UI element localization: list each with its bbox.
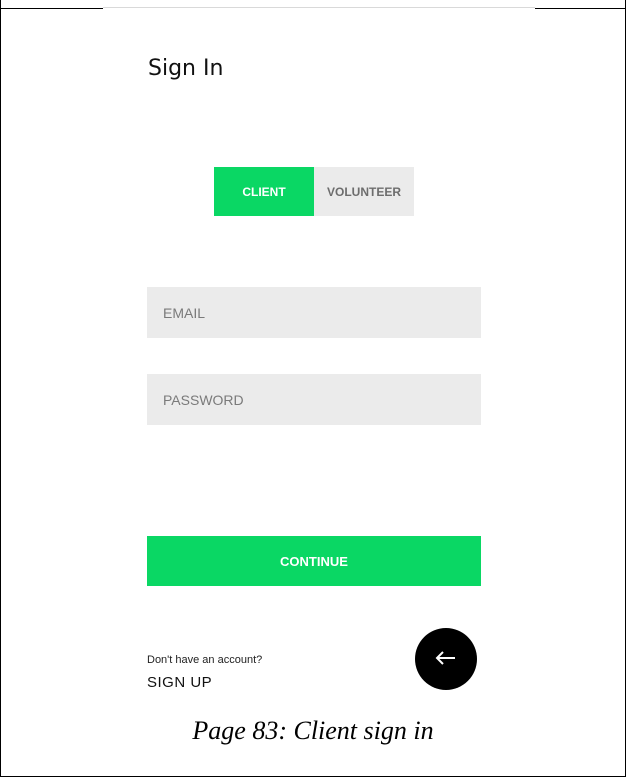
role-toggle: CLIENT VOLUNTEER: [214, 167, 414, 216]
page-title: Sign In: [148, 56, 224, 81]
account-prompt: Don't have an account?: [147, 654, 263, 666]
arrow-left-icon: [433, 645, 459, 674]
back-button[interactable]: [415, 628, 477, 690]
password-field[interactable]: [147, 374, 481, 425]
sign-up-link[interactable]: SIGN UP: [147, 674, 212, 691]
tab-client[interactable]: CLIENT: [214, 167, 314, 216]
table-rule-right: [535, 8, 626, 9]
table-rule-left: [0, 8, 103, 9]
continue-button[interactable]: CONTINUE: [147, 536, 481, 586]
figure-caption: Page 83: Client sign in: [192, 716, 434, 745]
tab-volunteer[interactable]: VOLUNTEER: [314, 167, 414, 216]
screen-top-divider: [103, 7, 535, 8]
email-field[interactable]: [147, 287, 481, 338]
